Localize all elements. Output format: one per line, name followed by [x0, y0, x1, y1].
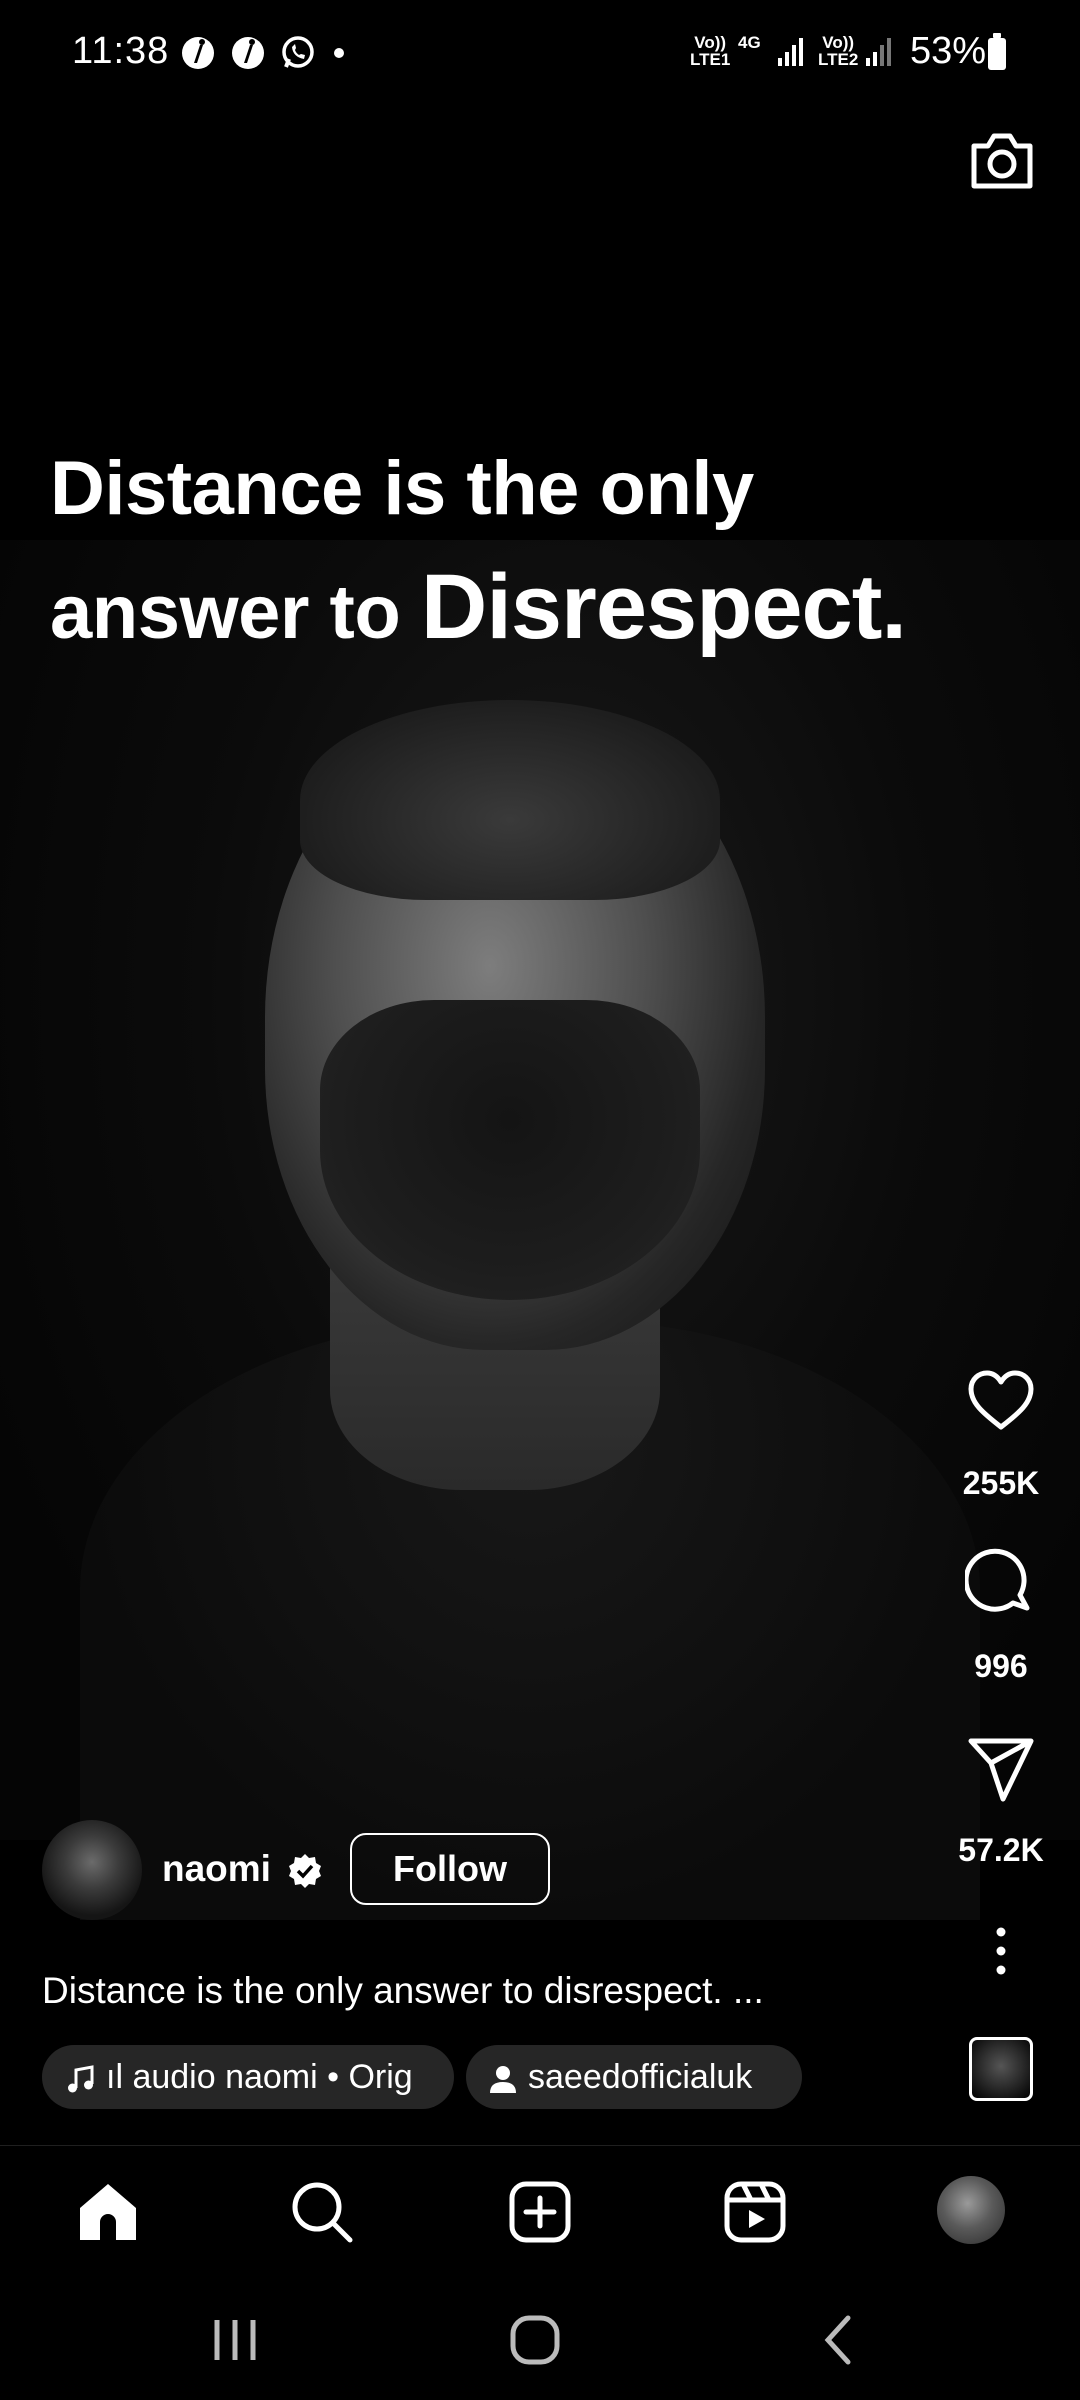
search-icon[interactable]	[290, 2180, 354, 2244]
battery-level: 53%	[910, 30, 987, 72]
whatsapp-icon	[282, 36, 314, 68]
status-bar: 11:38 Vo)) LTE1 4G Vo)) LTE2 53%	[0, 0, 1080, 110]
profile-avatar[interactable]	[937, 2176, 1005, 2244]
status-time: 11:38	[72, 30, 170, 72]
author-username[interactable]: naomi	[162, 1848, 271, 1890]
sim1-label: Vo)) LTE1	[690, 33, 731, 69]
create-icon[interactable]	[508, 2180, 572, 2244]
comment-icon[interactable]	[965, 1548, 1037, 1620]
music-icon	[68, 2065, 94, 2093]
overlay-line-1: Distance is the only	[50, 446, 754, 531]
notification-icons	[178, 33, 318, 73]
audio-thumbnail[interactable]	[969, 2037, 1033, 2101]
overlay-line-2a: answer to	[50, 570, 421, 655]
tagged-user-chip[interactable]: saeedofficialuk	[466, 2045, 802, 2109]
audio-chip-label: ıl audio naomi • Orig	[106, 2058, 413, 2096]
tagged-user-label: saeedofficialuk	[528, 2058, 753, 2096]
comment-count: 996	[974, 1648, 1028, 1684]
notification-dot	[334, 48, 344, 58]
back-icon[interactable]	[810, 2310, 870, 2370]
video-person-beard	[320, 1000, 700, 1300]
app-notification-icon	[232, 37, 264, 69]
recents-icon[interactable]	[205, 2310, 265, 2370]
follow-button[interactable]: Follow	[350, 1833, 550, 1905]
battery-icon	[988, 33, 1006, 70]
author-avatar[interactable]	[42, 1820, 142, 1920]
camera-icon[interactable]	[968, 130, 1036, 192]
app-notification-icon	[182, 37, 214, 69]
home-icon[interactable]	[76, 2180, 140, 2244]
sim2-label: Vo)) LTE2	[818, 33, 859, 69]
home-circle-icon[interactable]	[505, 2310, 565, 2370]
video-person-hair	[300, 700, 720, 900]
signal-icon	[778, 38, 803, 66]
like-count: 255K	[962, 1465, 1040, 1501]
share-icon[interactable]	[965, 1733, 1037, 1805]
post-caption[interactable]: Distance is the only answer to disrespec…	[42, 1970, 764, 2012]
audio-chip[interactable]: ıl audio naomi • Orig	[42, 2045, 454, 2109]
video-text-overlay: Distance is the only answer to Disrespec…	[50, 430, 1050, 693]
share-count: 57.2K	[958, 1832, 1044, 1868]
reel-video[interactable]: Distance is the only answer to Disrespec…	[0, 0, 1080, 2145]
heart-icon[interactable]	[965, 1365, 1037, 1437]
person-icon	[490, 2066, 516, 2094]
overlay-line-2b: Disrespect.	[420, 556, 907, 658]
signal-icon	[866, 38, 891, 66]
verified-icon	[289, 1854, 321, 1888]
network-type: 4G	[738, 33, 761, 52]
reels-icon[interactable]	[723, 2180, 787, 2244]
more-icon[interactable]	[985, 1926, 1017, 1976]
